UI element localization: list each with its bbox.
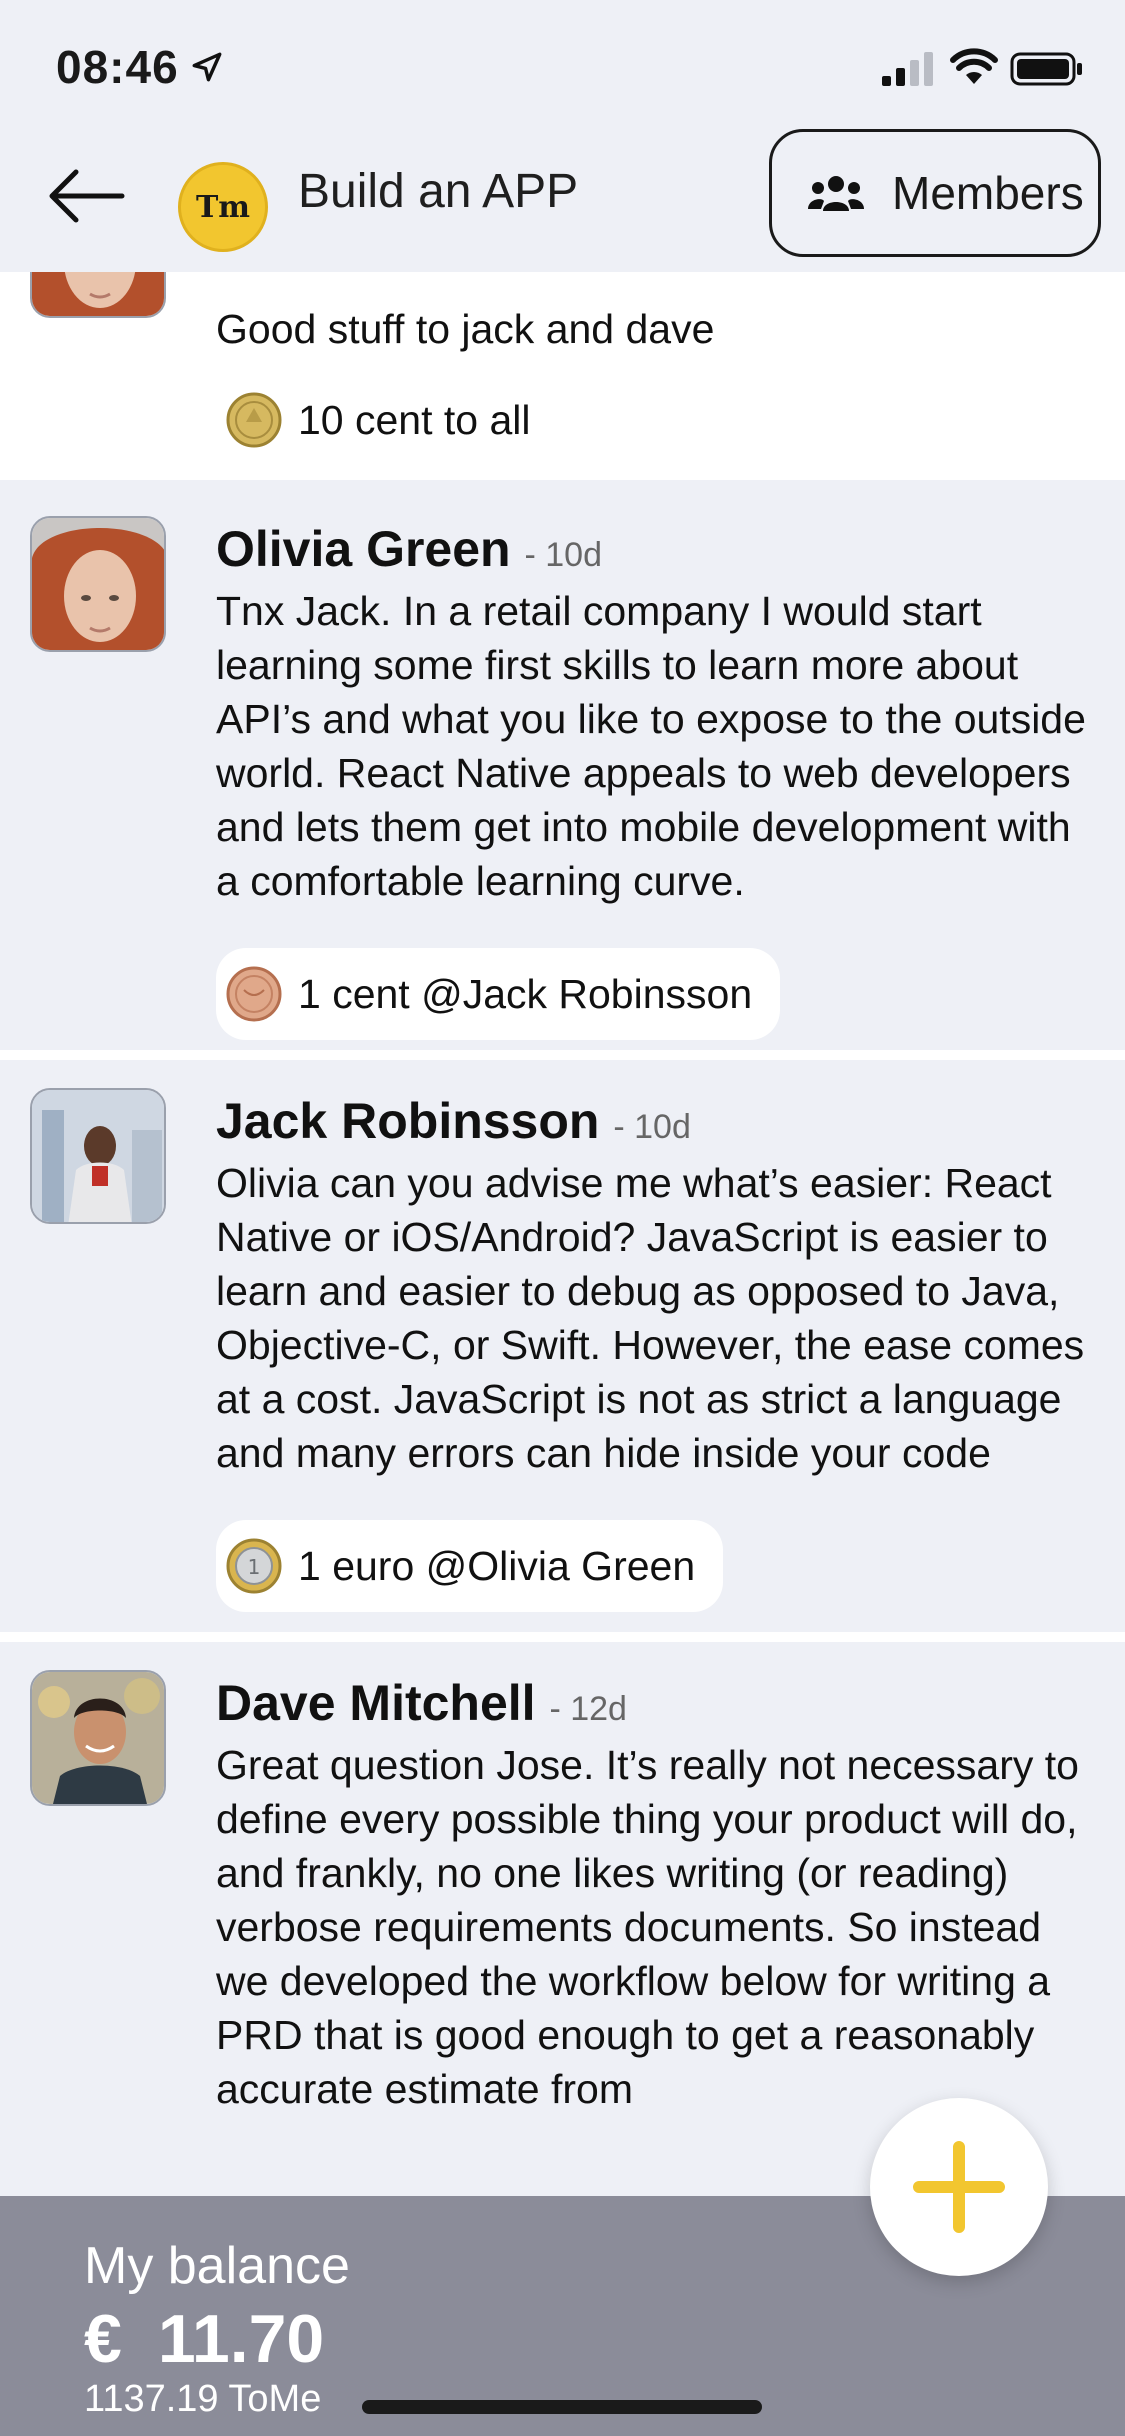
author-name[interactable]: Olivia Green - 10d bbox=[216, 520, 602, 578]
avatar-olivia-image bbox=[32, 518, 164, 650]
status-time: 08:46 bbox=[56, 41, 179, 93]
avatar[interactable] bbox=[30, 272, 166, 318]
author-name-text: Jack Robinsson bbox=[216, 1093, 600, 1149]
author-name[interactable]: Dave Mitchell - 12d bbox=[216, 1674, 627, 1732]
tip-label: 10 cent to all bbox=[298, 396, 531, 443]
coin-1-cent-icon bbox=[226, 966, 282, 1022]
add-button[interactable] bbox=[870, 2098, 1048, 2276]
message-text: Tnx Jack. In a retail company I would st… bbox=[216, 588, 1086, 904]
back-arrow-icon[interactable] bbox=[44, 160, 128, 232]
post-age: - 12d bbox=[549, 1690, 627, 1728]
author-name-text: Olivia Green bbox=[216, 521, 511, 577]
tome-balance: 1137.19 ToMe bbox=[84, 2378, 322, 2420]
avatar[interactable] bbox=[30, 1670, 166, 1806]
author-name-text: Dave Mitchell bbox=[216, 1675, 536, 1731]
members-button[interactable]: Members bbox=[769, 129, 1101, 257]
home-indicator[interactable] bbox=[362, 2400, 762, 2414]
svg-text:1: 1 bbox=[248, 1555, 261, 1579]
message-text: Olivia can you advise me what’s easier: … bbox=[216, 1160, 1085, 1476]
post-age: - 10d bbox=[613, 1108, 691, 1146]
currency-symbol: € bbox=[84, 2301, 122, 2377]
signal-icon bbox=[882, 52, 933, 86]
coin-10-cent-icon bbox=[226, 392, 282, 448]
avatar-jack-image bbox=[32, 1090, 164, 1222]
wifi-icon bbox=[950, 48, 998, 84]
group-logo: Tm bbox=[178, 162, 268, 252]
balance-amount: €11.70 bbox=[84, 2300, 324, 2378]
tip-badge[interactable]: 1 1 euro @Olivia Green bbox=[216, 1520, 724, 1612]
coin-1-euro-icon: 1 bbox=[226, 1538, 282, 1594]
status-bar: 08:46 bbox=[0, 0, 1125, 132]
balance-value: 11.70 bbox=[157, 2301, 325, 2377]
battery-icon bbox=[1010, 52, 1082, 86]
users-icon bbox=[808, 176, 864, 211]
location-arrow-icon bbox=[192, 52, 222, 82]
tip-label: 1 cent @Jack Robinsson bbox=[298, 970, 753, 1017]
message-post: Jack Robinsson - 10d Olivia can you advi… bbox=[0, 1060, 1125, 1632]
avatar-dave-image bbox=[32, 1672, 164, 1804]
avatar-olivia-image bbox=[32, 272, 164, 316]
author-name[interactable]: Jack Robinsson - 10d bbox=[216, 1092, 691, 1150]
tip-badge[interactable]: 10 cent to all bbox=[216, 374, 559, 466]
header: Tm Build an APP Members bbox=[0, 129, 1125, 272]
group-logo-text: Tm bbox=[195, 189, 251, 225]
message-text: Good stuff to jack and dave bbox=[216, 306, 715, 352]
avatar[interactable] bbox=[30, 1088, 166, 1224]
message-feed[interactable]: Good stuff to jack and dave 10 cent to a… bbox=[0, 272, 1125, 2196]
message-post: Good stuff to jack and dave 10 cent to a… bbox=[0, 272, 1125, 480]
avatar[interactable] bbox=[30, 516, 166, 652]
plus-icon bbox=[913, 2141, 1005, 2233]
members-label: Members bbox=[892, 167, 1084, 219]
post-age: - 10d bbox=[524, 536, 603, 574]
page-title: Build an APP bbox=[298, 165, 579, 218]
message-text: Great question Jose. It’s really not nec… bbox=[216, 1742, 1079, 2112]
tip-label: 1 euro @Olivia Green bbox=[298, 1542, 696, 1589]
balance-title: My balance bbox=[84, 2237, 350, 2295]
tip-badge[interactable]: 1 cent @Jack Robinsson bbox=[216, 948, 781, 1040]
message-post: Olivia Green - 10d Tnx Jack. In a retail… bbox=[0, 480, 1125, 1050]
